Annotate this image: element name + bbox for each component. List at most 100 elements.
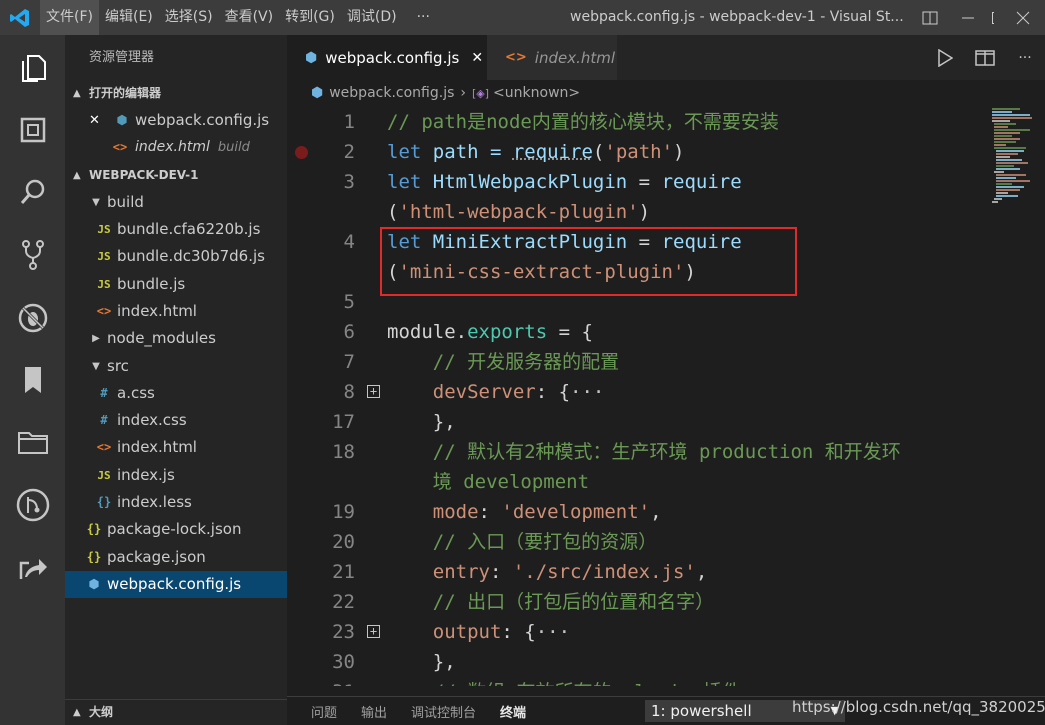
- tree-folder-src[interactable]: ▼ src: [65, 352, 287, 379]
- json-file-icon: {}: [83, 544, 105, 571]
- tree-file[interactable]: # a.css: [65, 380, 287, 407]
- less-file-icon: {}: [93, 489, 115, 516]
- js-file-icon: JS: [93, 216, 115, 243]
- tab-problems[interactable]: 问题: [287, 702, 349, 721]
- tab-index-html[interactable]: <> index.html: [487, 35, 617, 80]
- webpack-file-icon: ⬢: [305, 50, 317, 66]
- tree-file[interactable]: JS bundle.cfa6220b.js: [65, 216, 287, 243]
- expand-fold-icon[interactable]: +: [367, 625, 380, 638]
- tree-file[interactable]: <> index.html: [65, 434, 287, 461]
- menu-more[interactable]: ···: [403, 0, 444, 35]
- tab-debug-console[interactable]: 调试控制台: [399, 702, 488, 721]
- css-file-icon: #: [93, 407, 115, 434]
- menu-edit[interactable]: 编辑(E): [99, 0, 159, 35]
- close-window-icon[interactable]: [1000, 0, 1045, 35]
- tree-file[interactable]: {} package-lock.json: [65, 516, 287, 543]
- chevron-down-icon: ▲: [73, 80, 89, 107]
- tree-file[interactable]: {} index.less: [65, 489, 287, 516]
- html-file-icon: <>: [93, 434, 115, 461]
- menu-view[interactable]: 查看(V): [219, 0, 280, 35]
- breadcrumb-symbol[interactable]: <unknown>: [493, 85, 580, 101]
- webpack-file-icon: ⬢: [83, 571, 105, 598]
- folder-icon[interactable]: [0, 412, 65, 472]
- variable-symbol-icon: [◈]: [472, 87, 489, 100]
- tree-file[interactable]: JS index.js: [65, 462, 287, 489]
- tree-file[interactable]: <> index.html: [65, 298, 287, 325]
- tab-webpack-config[interactable]: ⬢ webpack.config.js ✕: [287, 35, 487, 80]
- more-actions-icon[interactable]: ···: [1005, 35, 1045, 80]
- vscode-logo-icon: [0, 0, 40, 35]
- css-file-icon: #: [93, 380, 115, 407]
- chevron-right-icon: ▶: [89, 325, 103, 352]
- code-line: 17 },: [287, 407, 1045, 437]
- tree-folder-node-modules[interactable]: ▶ node_modules: [65, 325, 287, 352]
- tree-folder-build[interactable]: ▼ build: [65, 189, 287, 216]
- js-file-icon: JS: [93, 462, 115, 489]
- outline-section[interactable]: ▲ 大纲: [65, 699, 287, 725]
- title-bar: 文件(F) 编辑(E) 选择(S) 查看(V) 转到(G) 调试(D) ··· …: [0, 0, 1045, 35]
- menu-debug[interactable]: 调试(D): [341, 0, 403, 35]
- project-header[interactable]: ▲ WEBPACK-DEV-1: [65, 162, 287, 189]
- chevron-right-icon: ›: [460, 85, 466, 101]
- close-icon[interactable]: ✕: [471, 50, 483, 66]
- window-title: webpack.config.js - webpack-dev-1 - Visu…: [570, 0, 904, 35]
- expand-fold-icon[interactable]: +: [367, 385, 380, 398]
- source-control-icon[interactable]: [0, 225, 65, 285]
- tab-terminal[interactable]: 终端: [488, 702, 538, 721]
- code-line: 4 let MiniExtractPlugin = require: [287, 227, 1045, 257]
- breadcrumb-file[interactable]: webpack.config.js: [329, 85, 454, 101]
- menu-bar: 文件(F) 编辑(E) 选择(S) 查看(V) 转到(G) 调试(D) ···: [40, 0, 444, 35]
- html-file-icon: <>: [109, 134, 131, 161]
- menu-go[interactable]: 转到(G): [279, 0, 341, 35]
- close-icon[interactable]: ✕: [89, 107, 111, 134]
- panel-tabs: 问题 输出 调试控制台 终端 1: powershell ▼ https://b…: [287, 696, 1045, 725]
- minimap[interactable]: [990, 106, 1040, 216]
- debug-icon[interactable]: [0, 288, 65, 348]
- menu-selection[interactable]: 选择(S): [159, 0, 219, 35]
- git-graph-icon[interactable]: [0, 475, 65, 535]
- maximize-button[interactable]: [948, 0, 994, 35]
- open-editors-header[interactable]: ▲ 打开的编辑器: [65, 80, 287, 107]
- chevron-down-icon: ▲: [73, 162, 89, 189]
- explorer-icon[interactable]: [0, 38, 65, 98]
- explorer-sidebar: 资源管理器 ▲ 打开的编辑器 ✕ ⬢ webpack.config.js <> …: [65, 35, 287, 725]
- bookmark-icon[interactable]: [0, 350, 65, 410]
- tab-output[interactable]: 输出: [349, 702, 399, 721]
- code-line: 31 // 数组 存放所有的 plugin 插件: [287, 677, 1045, 686]
- code-editor[interactable]: 1 // path是node内置的核心模块，不需要安装 2 let path =…: [287, 106, 1045, 686]
- chevron-down-icon: ▼: [89, 189, 103, 216]
- chevron-down-icon: ▼: [89, 353, 103, 380]
- html-file-icon: <>: [505, 50, 527, 65]
- code-line: 22 // 出口（打包后的位置和名字）: [287, 587, 1045, 617]
- code-line: 境 development: [287, 467, 1045, 497]
- split-editor-icon[interactable]: [965, 35, 1005, 80]
- open-editor-item[interactable]: <> index.html build: [65, 134, 287, 161]
- tree-file[interactable]: JS bundle.dc30b7d6.js: [65, 243, 287, 270]
- menu-file[interactable]: 文件(F): [40, 0, 99, 35]
- code-line: 19 mode: 'development',: [287, 497, 1045, 527]
- run-icon[interactable]: [925, 35, 965, 80]
- js-file-icon: JS: [93, 271, 115, 298]
- js-file-icon: JS: [93, 243, 115, 270]
- code-line: 5: [287, 287, 1045, 317]
- tree-file-selected[interactable]: ⬢ webpack.config.js: [65, 571, 287, 598]
- code-line: ('mini-css-extract-plugin'): [287, 257, 1045, 287]
- code-line: 3 let HtmlWebpackPlugin = require: [287, 167, 1045, 197]
- editor-actions: ···: [925, 35, 1045, 80]
- watermark: https://blog.csdn.net/qq_38200251: [792, 697, 1045, 725]
- webpack-file-icon: ⬢: [311, 85, 323, 101]
- tree-file[interactable]: # index.css: [65, 407, 287, 434]
- extensions-box-icon[interactable]: [0, 100, 65, 160]
- code-line: 2 let path = require('path'): [287, 137, 1045, 167]
- search-icon[interactable]: [0, 162, 65, 222]
- code-line: 21 entry: './src/index.js',: [287, 557, 1045, 587]
- open-editor-item[interactable]: ✕ ⬢ webpack.config.js: [65, 107, 287, 134]
- code-line: 1 // path是node内置的核心模块，不需要安装: [287, 107, 1045, 137]
- tree-file[interactable]: {} package.json: [65, 543, 287, 570]
- webpack-file-icon: ⬢: [111, 107, 133, 134]
- live-share-icon[interactable]: [0, 537, 65, 597]
- code-line: 18 // 默认有2种模式：生产环境 production 和开发环: [287, 437, 1045, 467]
- code-line: 20 // 入口（要打包的资源）: [287, 527, 1045, 557]
- tree-file[interactable]: JS bundle.js: [65, 270, 287, 297]
- outline-header: 大纲: [89, 700, 113, 725]
